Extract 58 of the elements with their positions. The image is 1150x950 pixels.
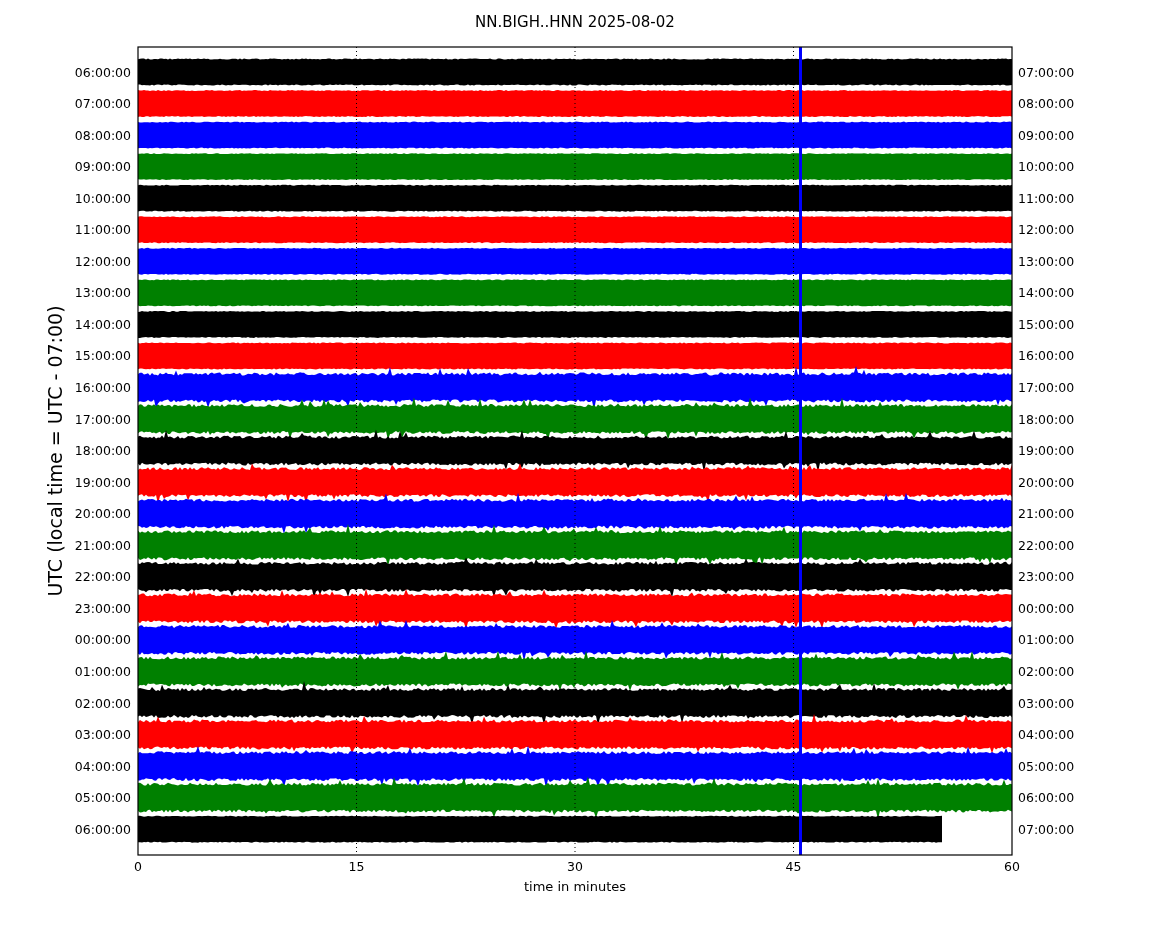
- time-label: 19:00:00: [1018, 443, 1075, 459]
- time-label: 07:00:00: [1018, 64, 1075, 80]
- x-tick-label: 0: [134, 859, 142, 874]
- time-label: 09:00:00: [1018, 127, 1075, 143]
- time-label: 21:00:00: [1018, 506, 1075, 522]
- x-tick-label: 30: [567, 859, 583, 874]
- time-label: 19:00:00: [74, 474, 131, 490]
- time-label: 01:00:00: [1018, 632, 1075, 648]
- time-label: 05:00:00: [74, 790, 131, 806]
- time-label: 02:00:00: [1018, 663, 1075, 679]
- time-label: 14:00:00: [1018, 285, 1075, 301]
- time-label: 14:00:00: [74, 316, 131, 332]
- time-label: 10:00:00: [74, 190, 131, 206]
- time-label: 10:00:00: [1018, 159, 1075, 175]
- time-label: 07:00:00: [1018, 821, 1075, 837]
- time-label: 09:00:00: [74, 159, 131, 175]
- time-label: 06:00:00: [74, 821, 131, 837]
- time-label: 12:00:00: [74, 253, 131, 269]
- time-label: 17:00:00: [1018, 380, 1075, 395]
- time-label: 22:00:00: [74, 569, 131, 585]
- time-label: 00:00:00: [74, 632, 131, 648]
- time-label: 12:00:00: [1018, 222, 1075, 238]
- time-label: 16:00:00: [1018, 348, 1075, 364]
- time-label: 23:00:00: [74, 600, 131, 616]
- time-label: 04:00:00: [74, 758, 131, 774]
- time-label: 02:00:00: [74, 695, 131, 711]
- time-label: 03:00:00: [74, 727, 131, 743]
- time-label: 11:00:00: [74, 222, 131, 238]
- chart-title: NN.BIGH..HNN 2025-08-02: [475, 13, 675, 31]
- time-label: 07:00:00: [74, 96, 131, 112]
- x-axis-label: time in minutes: [523, 879, 627, 894]
- time-label: 15:00:00: [1018, 316, 1075, 332]
- time-label: 20:00:00: [1018, 474, 1075, 490]
- time-label: 23:00:00: [1018, 569, 1075, 585]
- x-tick-label: 60: [1004, 859, 1020, 874]
- time-label: 06:00:00: [1018, 790, 1075, 806]
- time-label: 08:00:00: [1018, 96, 1075, 112]
- time-label: 18:00:00: [74, 443, 131, 459]
- time-label: 15:00:00: [74, 348, 131, 364]
- time-label: 17:00:00: [74, 411, 131, 427]
- time-label: 01:00:00: [74, 663, 131, 679]
- time-label: 06:00:00: [74, 64, 131, 80]
- y-axis-label: UTC (local time = UTC - 07:00): [44, 305, 66, 597]
- time-label: 00:00:00: [1018, 600, 1075, 616]
- time-label: 18:00:00: [1018, 411, 1075, 427]
- x-tick-label: 45: [785, 859, 802, 874]
- time-label: 05:00:00: [1018, 758, 1075, 774]
- time-label: 22:00:00: [1018, 537, 1075, 553]
- time-label: 11:00:00: [1018, 190, 1075, 206]
- time-label: 21:00:00: [74, 537, 131, 553]
- x-tick-label: 15: [348, 859, 365, 874]
- time-label: 20:00:00: [74, 506, 131, 522]
- time-label: 16:00:00: [74, 380, 131, 395]
- time-label: 13:00:00: [74, 285, 131, 301]
- time-label: 13:00:00: [1018, 253, 1075, 269]
- time-label: 03:00:00: [1018, 695, 1075, 711]
- time-label: 08:00:00: [74, 127, 131, 143]
- time-label: 04:00:00: [1018, 727, 1075, 743]
